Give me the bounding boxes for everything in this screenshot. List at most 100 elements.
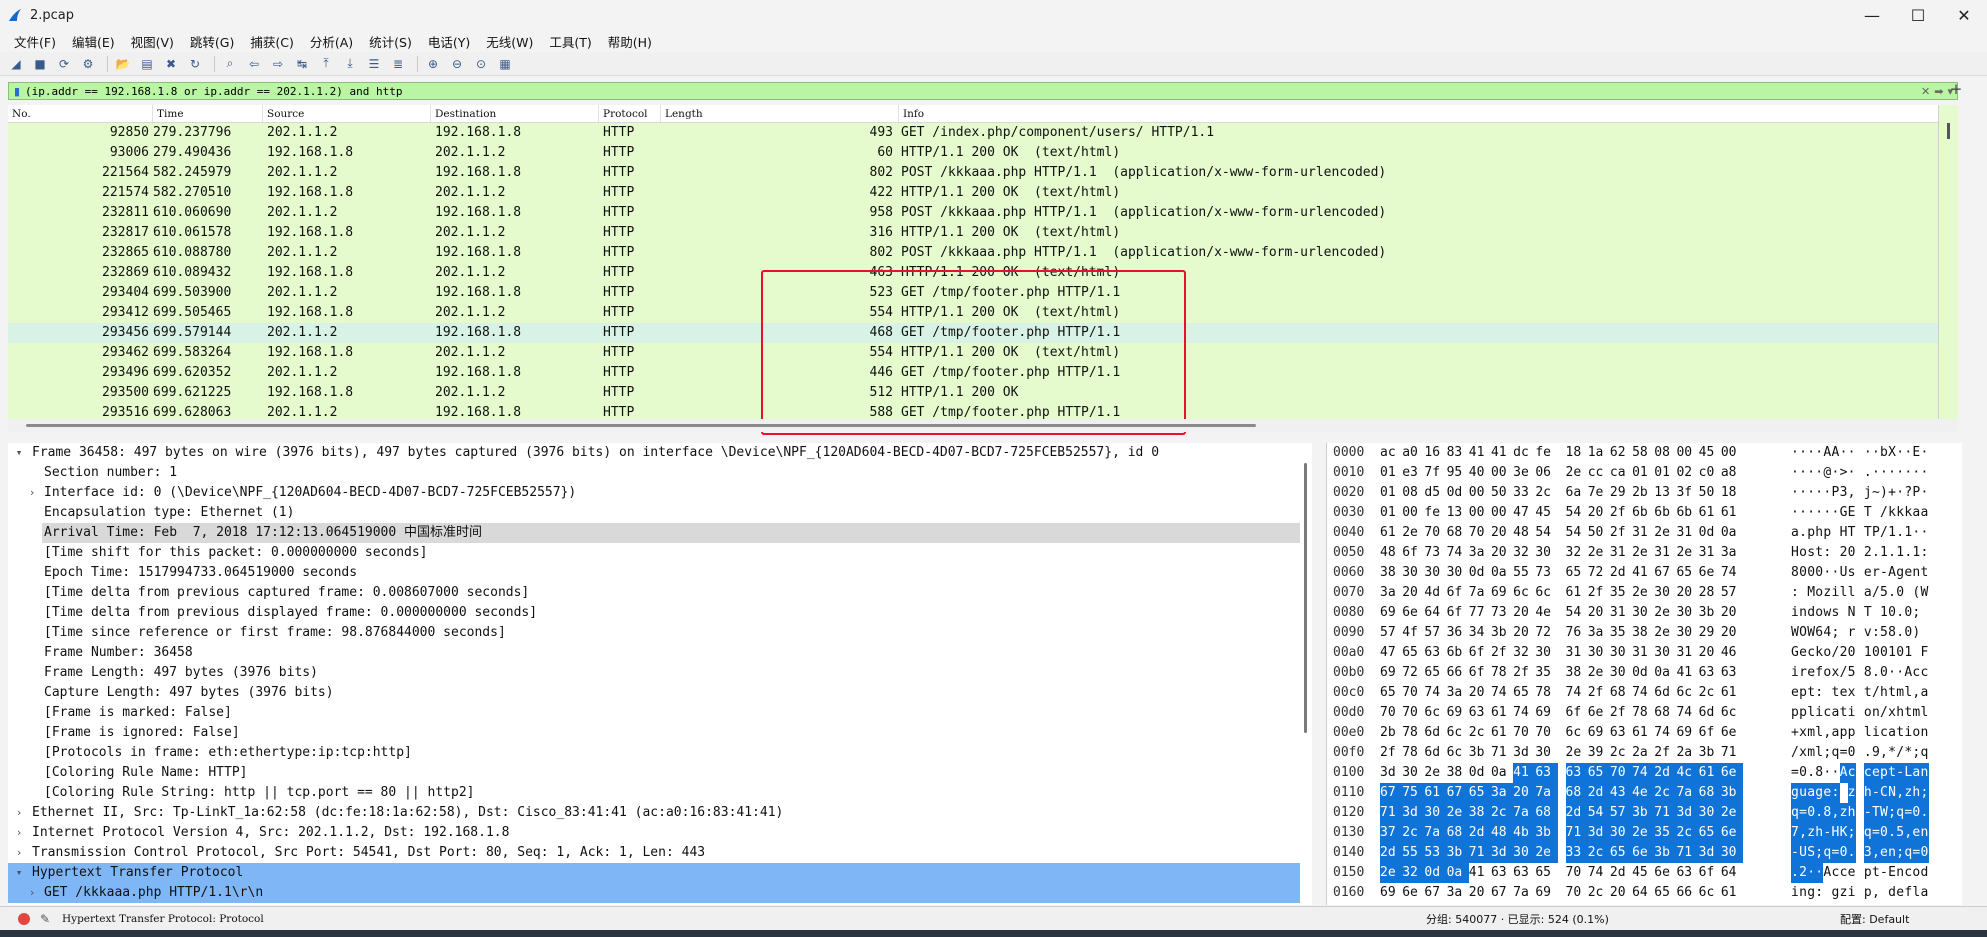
detail-tree-item[interactable]: Encapsulation type: Ethernet (1) (8, 503, 1310, 523)
detail-tree-item[interactable]: [Time since reference or first frame: 98… (8, 623, 1310, 643)
column-header-protocol[interactable]: Protocol (599, 105, 661, 122)
packet-list-hscrollbar[interactable] (8, 419, 1958, 432)
detail-tree-item[interactable]: Section number: 1 (8, 463, 1310, 483)
packet-row[interactable]: 232811 610.060690 202.1.1.2 192.168.1.8 HTTP… (8, 203, 1938, 223)
go-forward-icon[interactable]: ⇨ (268, 55, 288, 73)
menu-item[interactable]: 视图(V) (123, 32, 182, 51)
go-to-packet-icon[interactable]: ↹ (292, 55, 312, 73)
detail-tree-item[interactable]: [Frame is marked: False] (8, 703, 1310, 723)
close-button[interactable]: ✕ (1941, 0, 1987, 30)
column-header-info[interactable]: Info (899, 105, 1938, 122)
maximize-button[interactable]: ☐ (1895, 0, 1941, 30)
hex-bytes[interactable]: 57 4f 57 36 34 3b 20 72 76 3a 35 38 2e 30 29 20 (1380, 623, 1800, 643)
capture-options-icon[interactable]: ⚙ (78, 55, 98, 73)
zoom-in-icon[interactable]: ⊕ (423, 55, 443, 73)
menu-item[interactable]: 跳转(G) (182, 32, 242, 51)
ascii-bytes[interactable]: pplicati on/xhtml (1791, 703, 1951, 723)
auto-scroll-icon[interactable]: ☰ (364, 55, 384, 73)
menu-item[interactable]: 无线(W) (478, 32, 541, 51)
reload-file-icon[interactable]: ↻ (185, 55, 205, 73)
expanded-arrow-icon[interactable]: ▾ (8, 443, 30, 463)
zoom-out-icon[interactable]: ⊖ (447, 55, 467, 73)
detail-tree-item[interactable]: [Coloring Rule Name: HTTP] (8, 763, 1310, 783)
column-header-source[interactable]: Source (263, 105, 431, 122)
ascii-bytes[interactable]: indows N T 10.0; (1791, 603, 1951, 623)
collapsed-arrow-icon[interactable]: › (22, 483, 42, 503)
hex-bytes[interactable]: 71 3d 30 2e 38 2c 7a 68 2d 54 57 3b 71 3d 30 2e (1380, 803, 1800, 823)
packet-row[interactable]: 92850 279.237796 202.1.1.2 192.168.1.8 HTTP 4… (8, 123, 1938, 143)
menu-item[interactable]: 电话(Y) (420, 32, 478, 51)
go-first-icon[interactable]: ⤒ (316, 55, 336, 73)
column-header-no[interactable]: No. (8, 105, 153, 122)
hex-bytes[interactable]: 01 00 fe 13 00 00 47 45 54 20 2f 6b 6b 6b 61 61 (1380, 503, 1800, 523)
display-filter-input[interactable]: (ip.addr == 192.168.1.8 or ip.addr == 20… (25, 85, 403, 98)
ascii-bytes[interactable]: .2··Acce pt-Encod (1791, 863, 1951, 883)
detail-tree-item[interactable]: [Protocols in frame: eth:ethertype:ip:tc… (8, 743, 1310, 763)
hex-bytes[interactable]: 69 6e 64 6f 77 73 20 4e 54 20 31 30 2e 30 3b 20 (1380, 603, 1800, 623)
stop-capture-icon[interactable]: ■ (30, 55, 50, 73)
apply-filter-icon[interactable]: ➡ (1934, 85, 1943, 98)
go-last-icon[interactable]: ⤓ (340, 55, 360, 73)
restart-capture-icon[interactable]: ⟳ (54, 55, 74, 73)
ascii-bytes[interactable]: : Mozill a/5.0 (W (1791, 583, 1951, 603)
ascii-bytes[interactable]: a.php HT TP/1.1·· (1791, 523, 1951, 543)
status-profile[interactable]: 配置: Default (1840, 911, 1909, 927)
details-scrollbar[interactable] (1300, 443, 1312, 905)
detail-tree-item[interactable]: Frame Number: 36458 (8, 643, 1310, 663)
detail-tree-item[interactable]: › Internet Protocol Version 4, Src: 202.1… (8, 823, 1310, 843)
ascii-bytes[interactable]: Host: 20 2.1.1.1: (1791, 543, 1951, 563)
bookmark-icon[interactable]: ▮ (9, 85, 25, 98)
start-capture-icon[interactable]: ◢ (6, 55, 26, 73)
ascii-bytes[interactable]: =0.8··Ac cept-Lan (1791, 763, 1951, 783)
ascii-bytes[interactable]: +xml,app lication (1791, 723, 1951, 743)
collapsed-arrow-icon[interactable]: › (8, 823, 30, 843)
packet-row[interactable]: 221564 582.245979 202.1.1.2 192.168.1.8 HTTP… (8, 163, 1938, 183)
detail-tree-item[interactable]: [Time shift for this packet: 0.000000000… (8, 543, 1310, 563)
detail-tree-item[interactable]: [Time delta from previous displayed fram… (8, 603, 1310, 623)
ascii-bytes[interactable]: ·····P3, j~)+·?P· (1791, 483, 1951, 503)
hex-bytes[interactable]: 01 08 d5 0d 00 50 33 2c 6a 7e 29 2b 13 3f 50 18 (1380, 483, 1800, 503)
ascii-bytes[interactable]: ······GE T /kkkaa (1791, 503, 1951, 523)
hex-bytes[interactable]: 2f 78 6d 6c 3b 71 3d 30 2e 39 2c 2a 2f 2a 3b 71 (1380, 743, 1800, 763)
hex-bytes[interactable]: 37 2c 7a 68 2d 48 4b 3b 71 3d 30 2e 35 2c 65 6e (1380, 823, 1800, 843)
expanded-arrow-icon[interactable]: ▾ (8, 863, 30, 883)
ascii-bytes[interactable]: ····@·>· .······· (1791, 463, 1951, 483)
packet-list-scrollbar[interactable] (1938, 105, 1958, 419)
clear-filter-icon[interactable]: ✕ (1921, 85, 1930, 98)
hex-bytes[interactable]: 3a 20 4d 6f 7a 69 6c 6c 61 2f 35 2e 30 20 28 57 (1380, 583, 1800, 603)
detail-tree-item[interactable]: Capture Length: 497 bytes (3976 bits) (8, 683, 1310, 703)
close-file-icon[interactable]: ✖ (161, 55, 181, 73)
hex-bytes[interactable]: 01 e3 7f 95 40 00 3e 06 2e cc ca 01 01 02 c0 a8 (1380, 463, 1800, 483)
detail-tree-item[interactable]: › Interface id: 0 (\Device\NPF_{120AD604-… (8, 483, 1310, 503)
detail-tree-item[interactable]: Frame Length: 497 bytes (3976 bits) (8, 663, 1310, 683)
menu-item[interactable]: 文件(F) (6, 32, 64, 51)
packet-row[interactable]: 221574 582.270510 192.168.1.8 202.1.1.2 HTTP… (8, 183, 1938, 203)
ascii-bytes[interactable]: -US;q=0. 3,en;q=0 (1791, 843, 1951, 863)
resize-columns-icon[interactable]: ▦ (495, 55, 515, 73)
hex-bytes[interactable]: 74650d0a436f6f6b69653a2032646364 (1380, 903, 1800, 905)
packet-row[interactable]: 232817 610.061578 192.168.1.8 202.1.1.2 HTTP… (8, 223, 1938, 243)
menu-item[interactable]: 捕获(C) (242, 32, 301, 51)
ascii-bytes[interactable]: /xml;q=0 .9,*/*;q (1791, 743, 1951, 763)
zoom-normal-icon[interactable]: ⊙ (471, 55, 491, 73)
collapsed-arrow-icon[interactable]: › (22, 883, 42, 903)
ascii-bytes[interactable]: 7,zh-HK; q=0.5,en (1791, 823, 1951, 843)
detail-tree-item[interactable]: › Ethernet II, Src: Tp-LinkT_1a:62:58 (dc… (8, 803, 1310, 823)
menu-item[interactable]: 帮助(H) (600, 32, 660, 51)
open-file-icon[interactable]: 📂 (113, 55, 133, 73)
collapsed-arrow-icon[interactable]: › (8, 843, 30, 863)
menu-item[interactable]: 分析(A) (302, 32, 361, 51)
ascii-bytes[interactable]: irefox/5 8.0··Acc (1791, 663, 1951, 683)
add-filter-button[interactable]: + (1948, 80, 1964, 98)
detail-tree-item[interactable]: Epoch Time: 1517994733.064519000 seconds (8, 563, 1310, 583)
hex-bytes[interactable]: ac a0 16 83 41 41 dc fe 18 1a 62 58 08 00 45 00 (1380, 443, 1800, 463)
detail-tree-item[interactable]: [Time delta from previous captured frame… (8, 583, 1310, 603)
ascii-bytes[interactable]: guage: z h-CN,zh; (1791, 783, 1951, 803)
packet-row[interactable]: 232865 610.088780 202.1.1.2 192.168.1.8 HTTP… (8, 243, 1938, 263)
hex-bytes[interactable]: 2d 55 53 3b 71 3d 30 2e 33 2c 65 6e 3b 71 3d 30 (1380, 843, 1800, 863)
hex-bytes[interactable]: 67 75 61 67 65 3a 20 7a 68 2d 43 4e 2c 7a 68 3b (1380, 783, 1800, 803)
hex-bytes[interactable]: 69 6e 67 3a 20 67 7a 69 70 2c 20 64 65 66 6c 61 (1380, 883, 1800, 903)
hex-bytes[interactable]: 70 70 6c 69 63 61 74 69 6f 6e 2f 78 68 74 6d 6c (1380, 703, 1800, 723)
hex-bytes[interactable]: 65 70 74 3a 20 74 65 78 74 2f 68 74 6d 6c 2c 61 (1380, 683, 1800, 703)
ascii-bytes[interactable]: Gecko/20 100101 F (1791, 643, 1951, 663)
